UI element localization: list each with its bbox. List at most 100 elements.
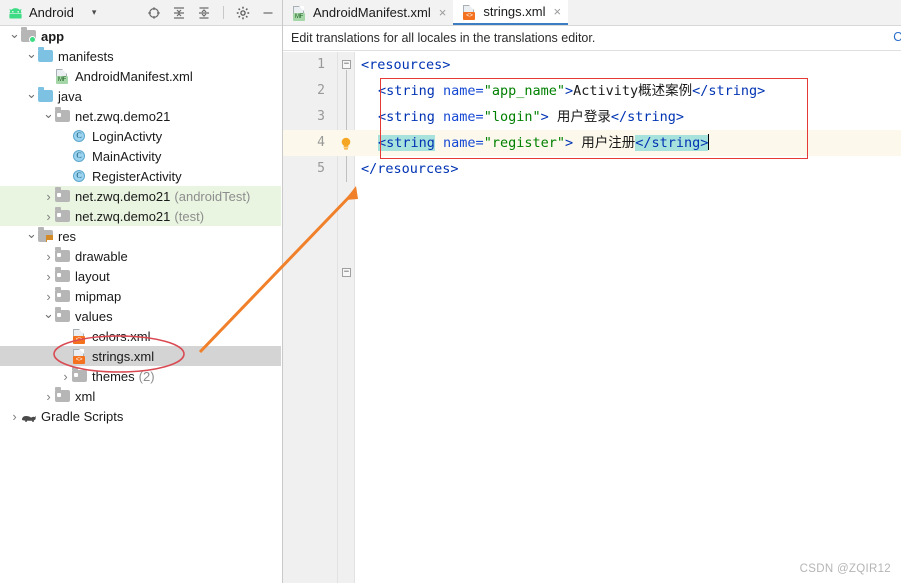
folder-package-icon bbox=[72, 367, 88, 384]
tree-item-suffix: (2) bbox=[138, 368, 155, 384]
tree-item-gradle-scripts[interactable]: Gradle Scripts bbox=[0, 406, 281, 426]
chevron-right-icon[interactable] bbox=[59, 370, 72, 383]
code-text-line-1: <resources> bbox=[361, 57, 451, 73]
project-view-label: Android bbox=[29, 5, 74, 20]
chevron-down-icon[interactable] bbox=[25, 50, 38, 63]
tree-item-registeractivity[interactable]: C RegisterActivity bbox=[0, 166, 281, 186]
tree-item-label: xml bbox=[75, 388, 96, 404]
code-line-2[interactable]: 2 <string name="app_name">Activity概述案例</… bbox=[283, 78, 901, 104]
minimize-icon[interactable] bbox=[260, 5, 276, 21]
tree-item-res[interactable]: res bbox=[0, 226, 281, 246]
chevron-down-icon[interactable] bbox=[42, 310, 55, 323]
tree-item-values[interactable]: values bbox=[0, 306, 281, 326]
tab-strings-xml[interactable]: <> strings.xml × bbox=[453, 0, 569, 25]
tree-item-label: Gradle Scripts bbox=[41, 408, 124, 424]
chevron-down-icon[interactable] bbox=[25, 90, 38, 103]
tree-item-label: manifests bbox=[58, 48, 114, 64]
tree-item-themes[interactable]: themes(2) bbox=[0, 366, 281, 386]
folder-icon bbox=[38, 87, 54, 104]
code-line-5[interactable]: 5 − </resources> bbox=[283, 156, 901, 277]
file-manifest-icon: MF bbox=[55, 68, 71, 84]
tree-item-drawable[interactable]: drawable bbox=[0, 246, 281, 266]
tab-label: AndroidManifest.xml bbox=[313, 5, 431, 20]
open-editor-link[interactable]: O bbox=[893, 30, 901, 44]
intention-bulb-icon[interactable] bbox=[339, 135, 353, 151]
text-caret bbox=[708, 134, 710, 150]
tree-item-label: net.zwq.demo21 bbox=[75, 108, 171, 124]
close-icon[interactable]: × bbox=[439, 6, 447, 19]
tree-item-label: MainActivity bbox=[92, 148, 162, 164]
chevron-right-icon[interactable] bbox=[8, 410, 21, 423]
toolbar-divider bbox=[223, 6, 224, 19]
chevron-right-icon[interactable] bbox=[42, 270, 55, 283]
tree-item-loginactivty[interactable]: C LoginActivty bbox=[0, 126, 281, 146]
chevron-right-icon[interactable] bbox=[42, 290, 55, 303]
tree-item-xml[interactable]: xml bbox=[0, 386, 281, 406]
line-number: 3 bbox=[317, 109, 325, 124]
project-view-selector[interactable]: Android ▾ bbox=[8, 5, 96, 20]
code-line-1[interactable]: 1 − <resources> bbox=[283, 52, 901, 78]
code-text-line-5: </resources> bbox=[361, 161, 459, 177]
chevron-down-icon[interactable] bbox=[25, 230, 38, 243]
tree-item-net-zwq-demo21[interactable]: net.zwq.demo21(androidTest) bbox=[0, 186, 281, 206]
android-logo-icon bbox=[8, 7, 23, 19]
tree-item-label: AndroidManifest.xml bbox=[75, 68, 193, 84]
file-xml-icon: <> bbox=[462, 4, 478, 20]
chevron-down-icon[interactable] bbox=[8, 30, 21, 43]
project-panel: Android ▾ ⌄ app ⌄ manifests MF AndroidMa… bbox=[0, 0, 283, 583]
folder-package-icon bbox=[55, 207, 71, 224]
project-panel-toolbar bbox=[146, 5, 278, 21]
line-number: 4 bbox=[317, 135, 325, 150]
tree-item-label: RegisterActivity bbox=[92, 168, 182, 184]
editor-area: MF AndroidManifest.xml × <> strings.xml … bbox=[283, 0, 901, 583]
tree-item-label: themes bbox=[92, 368, 135, 384]
tree-item-java[interactable]: java bbox=[0, 86, 281, 106]
collapse-all-icon[interactable] bbox=[196, 5, 212, 21]
chevron-right-icon[interactable] bbox=[42, 390, 55, 403]
folder-icon bbox=[38, 47, 54, 64]
code-text-line-2: <string name="app_name">Activity概述案例</st… bbox=[378, 83, 766, 99]
tree-item-strings-xml[interactable]: <> strings.xml bbox=[0, 346, 281, 366]
chevron-down-icon[interactable] bbox=[42, 110, 55, 123]
tree-item-app[interactable]: app bbox=[0, 26, 281, 46]
chevron-right-icon[interactable] bbox=[42, 250, 55, 263]
folder-res-icon bbox=[38, 227, 54, 244]
folder-package-icon bbox=[55, 247, 71, 264]
tree-item-net-zwq-demo21[interactable]: net.zwq.demo21(test) bbox=[0, 206, 281, 226]
chevron-right-icon[interactable] bbox=[42, 190, 55, 203]
file-xml-icon: <> bbox=[72, 348, 88, 364]
folder-package-icon bbox=[55, 267, 71, 284]
locate-icon[interactable] bbox=[146, 5, 162, 21]
code-editor[interactable]: 1 − <resources> 2 <string name="app_name… bbox=[283, 52, 901, 583]
fold-marker-close[interactable]: − bbox=[342, 268, 351, 277]
project-tree[interactable]: app manifests MFAndroidManifest.xml java net… bbox=[0, 26, 281, 583]
line-number: 2 bbox=[317, 83, 325, 98]
expand-all-icon[interactable] bbox=[171, 5, 187, 21]
folder-package-icon bbox=[55, 387, 71, 404]
tree-item-layout[interactable]: layout bbox=[0, 266, 281, 286]
chevron-right-icon[interactable] bbox=[42, 210, 55, 223]
code-line-3[interactable]: 3 <string name="login"> 用户登录</string> bbox=[283, 104, 901, 130]
close-icon[interactable]: × bbox=[554, 5, 562, 18]
settings-gear-icon[interactable] bbox=[235, 5, 251, 21]
tree-item-suffix: (test) bbox=[174, 208, 205, 224]
tab-android-manifest[interactable]: MF AndroidManifest.xml × bbox=[283, 0, 453, 25]
tree-item-mipmap[interactable]: mipmap bbox=[0, 286, 281, 306]
chevron-down-icon[interactable]: ▾ bbox=[92, 8, 97, 17]
tree-item-label: drawable bbox=[75, 248, 128, 264]
tree-item-manifests[interactable]: manifests bbox=[0, 46, 281, 66]
tree-item-colors-xml[interactable]: <> colors.xml bbox=[0, 326, 281, 346]
code-line-4[interactable]: 4 <string name="register"> 用户注册</string> bbox=[283, 130, 901, 156]
tree-item-label: net.zwq.demo21 bbox=[75, 188, 171, 204]
tree-item-mainactivity[interactable]: C MainActivity bbox=[0, 146, 281, 166]
tree-item-net-zwq-demo21[interactable]: net.zwq.demo21 bbox=[0, 106, 281, 126]
fold-marker-open[interactable]: − bbox=[342, 60, 351, 69]
folder-app-icon bbox=[21, 27, 37, 44]
translations-notification-bar: Edit translations for all locales in the… bbox=[283, 26, 901, 51]
class-icon: C bbox=[72, 168, 88, 184]
tree-item-label: values bbox=[75, 308, 113, 324]
tree-item-suffix: (androidTest) bbox=[174, 188, 251, 204]
folder-package-icon bbox=[55, 107, 71, 124]
tree-item-label: strings.xml bbox=[92, 348, 155, 364]
tree-item-androidmanifest-xml[interactable]: MF AndroidManifest.xml bbox=[0, 66, 281, 86]
